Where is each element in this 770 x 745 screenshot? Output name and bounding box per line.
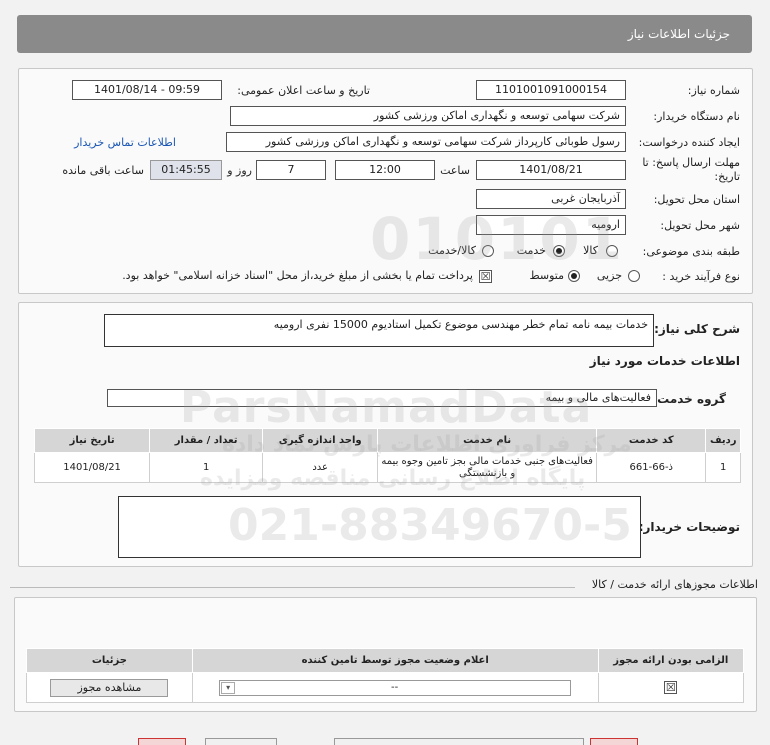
buyer-notes-label: توضیحات خریدار: <box>638 520 740 534</box>
col-qty: تعداد / مقدار <box>149 428 264 453</box>
process-radio-medium[interactable] <box>568 270 580 282</box>
permit-status-cell: ▾ -- <box>191 672 599 703</box>
col-date: تاریخ نیاز <box>33 428 151 453</box>
permit-status-select[interactable]: ▾ -- <box>219 679 572 696</box>
cell-date: 1401/08/21 <box>33 452 151 483</box>
buyer-label: نام دستگاه خریدار: <box>653 110 740 123</box>
col-row: ردیف <box>705 428 741 453</box>
treasury-checkbox[interactable]: ☒ <box>479 270 492 283</box>
col-unit: واحد اندازه گیری <box>262 428 379 453</box>
service-group-label: گروه خدمت: <box>652 392 726 406</box>
remaining-time-field: 01:45:55 <box>150 160 222 180</box>
permits-table: الزامی بودن ارائه مجوز اعلام وضعیت مجوز … <box>26 648 745 703</box>
process-radio-minor[interactable] <box>628 270 640 282</box>
col-name: نام خدمت <box>377 428 598 453</box>
province-field: آذربایجان غربی <box>476 189 626 209</box>
category-radio-service[interactable] <box>553 245 565 257</box>
col-permit-required: الزامی بودن ارائه مجوز <box>597 648 745 673</box>
bottom-action-button-left[interactable] <box>138 738 186 745</box>
cell-name: فعالیت‌های جنبی خدمات مالی بجز تامین وجو… <box>377 452 598 483</box>
col-permit-details: جزئیات <box>26 648 193 673</box>
deadline-label: مهلت ارسال پاسخ: تا <box>642 156 740 169</box>
bottom-action-button-middle[interactable] <box>205 738 277 745</box>
permits-table-header: الزامی بودن ارائه مجوز اعلام وضعیت مجوز … <box>26 648 745 673</box>
need-description-text: خدمات بیمه نامه تمام خطر مهندسی موضوع تک… <box>273 318 648 331</box>
page-title: جزئیات اطلاعات نیاز <box>627 27 730 41</box>
chevron-down-icon: ▾ <box>221 681 236 694</box>
category-option-goods: کالا <box>583 244 598 257</box>
permit-status-value: -- <box>390 681 399 693</box>
permit-required-checkbox: ☒ <box>664 681 678 694</box>
cell-code: ذ-66-661 <box>596 452 707 483</box>
table-row: 1 ذ-66-661 فعالیت‌های جنبی خدمات مالی بج… <box>33 452 741 483</box>
category-label: طبقه بندی موضوعی: <box>642 245 740 258</box>
service-group-field: فعالیت‌های مالی و بیمه <box>107 389 657 407</box>
process-label: نوع فرآیند خرید : <box>662 270 740 283</box>
category-radio-goods[interactable] <box>606 245 618 257</box>
permit-details-cell: مشاهده مجوز <box>26 672 193 703</box>
need-number-field: 1101001091000154 <box>476 80 626 100</box>
deadline-date-field: 1401/08/21 <box>476 160 626 180</box>
services-table: ردیف کد خدمت نام خدمت واحد اندازه گیری ت… <box>33 428 741 483</box>
services-table-header: ردیف کد خدمت نام خدمت واحد اندازه گیری ت… <box>33 428 741 453</box>
need-info-panel <box>18 68 753 294</box>
deadline-time-label: ساعت <box>440 164 470 177</box>
creator-field: رسول طوبائی کارپرداز شرکت سهامی توسعه و … <box>226 132 626 152</box>
view-permit-button[interactable]: مشاهده مجوز <box>50 678 169 697</box>
page-header: جزئیات اطلاعات نیاز <box>17 15 752 53</box>
payment-note: پرداخت تمام یا بخشی از مبلغ خرید،از محل … <box>122 269 473 282</box>
need-number-label: شماره نیاز: <box>687 84 740 97</box>
days-label: روز و <box>227 164 252 177</box>
need-description-label: شرح کلی نیاز: <box>654 322 740 336</box>
services-heading: اطلاعات خدمات مورد نیاز <box>589 354 740 368</box>
table-row: ☒ ▾ -- مشاهده مجوز <box>26 672 745 703</box>
process-option-minor: جزیی <box>596 269 622 282</box>
city-label: شهر محل تحویل: <box>660 219 740 232</box>
deadline-time-field: 12:00 <box>335 160 435 180</box>
deadline-date-label: تاریخ: <box>714 170 740 183</box>
permit-required-cell: ☒ <box>597 672 745 703</box>
permits-heading: اطلاعات مجوزهای ارائه خدمت / کالا <box>591 578 758 591</box>
cell-row: 1 <box>705 452 741 483</box>
cell-qty: 1 <box>149 452 264 483</box>
process-option-medium: متوسط <box>529 269 564 282</box>
bottom-action-button-right[interactable] <box>334 738 584 745</box>
col-permit-status: اعلام وضعیت مجوز توسط تامین کننده <box>191 648 599 673</box>
city-field: ارومیه <box>476 215 626 235</box>
province-label: استان محل تحویل: <box>653 193 740 206</box>
permits-divider <box>10 587 575 588</box>
category-option-service: خدمت <box>516 244 546 257</box>
buyer-contact-link[interactable]: اطلاعات تماس خریدار <box>74 136 176 149</box>
category-option-goods-service: کالا/خدمت <box>428 244 476 257</box>
creator-label: ایجاد کننده درخواست: <box>638 136 740 149</box>
col-code: کد خدمت <box>596 428 707 453</box>
need-description-field: خدمات بیمه نامه تمام خطر مهندسی موضوع تک… <box>104 314 654 347</box>
buyer-notes-field <box>118 496 641 558</box>
bottom-action-button-far-right[interactable] <box>590 738 638 745</box>
days-field: 7 <box>256 160 326 180</box>
category-radio-goods-service[interactable] <box>482 245 494 257</box>
cell-unit: عدد <box>262 452 379 483</box>
remaining-label: ساعت باقی مانده <box>62 164 144 177</box>
announce-label: تاریخ و ساعت اعلان عمومی: <box>237 84 370 97</box>
announce-field: 1401/08/14 - 09:59 <box>72 80 222 100</box>
buyer-field: شرکت سهامی توسعه و نگهداری اماکن ورزشی ک… <box>230 106 626 126</box>
